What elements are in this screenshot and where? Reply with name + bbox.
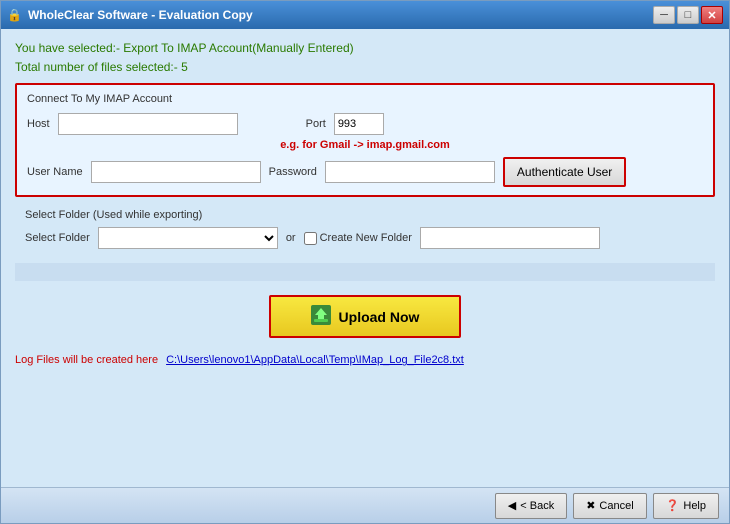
folder-section-title: Select Folder (Used while exporting) <box>25 209 705 221</box>
help-label: Help <box>683 500 706 512</box>
back-icon: ◀ <box>508 499 516 512</box>
password-input[interactable] <box>325 161 495 183</box>
host-port-row: Host Port <box>27 113 703 135</box>
log-area: Log Files will be created here C:\Users\… <box>15 350 715 370</box>
new-folder-input[interactable] <box>420 227 600 249</box>
bottom-nav-bar: ◀ < Back ✖ Cancel ❓ Help <box>1 487 729 523</box>
back-button[interactable]: ◀ < Back <box>495 493 567 519</box>
create-new-folder-checkbox[interactable] <box>304 232 317 245</box>
folder-section: Select Folder (Used while exporting) Sel… <box>15 203 715 255</box>
selection-line2: Total number of files selected:- 5 <box>15 58 715 77</box>
upload-svg-icon <box>311 305 331 325</box>
upload-now-button[interactable]: Upload Now <box>269 295 462 338</box>
host-input[interactable] <box>58 113 238 135</box>
cancel-label: Cancel <box>599 500 633 512</box>
upload-button-label: Upload Now <box>339 309 420 325</box>
title-bar-buttons: ─ □ ✕ <box>653 6 723 24</box>
content-area: You have selected:- Export To IMAP Accou… <box>1 29 729 487</box>
gmail-hint-row: e.g. for Gmail -> imap.gmail.com <box>27 139 703 151</box>
username-label: User Name <box>27 166 83 178</box>
port-label: Port <box>306 118 326 130</box>
authenticate-user-button[interactable]: Authenticate User <box>503 157 626 187</box>
selection-info: You have selected:- Export To IMAP Accou… <box>15 39 715 77</box>
imap-section-title: Connect To My IMAP Account <box>27 93 703 105</box>
title-bar: 🔒 WholeClear Software - Evaluation Copy … <box>1 1 729 29</box>
back-label: < Back <box>520 500 554 512</box>
credentials-row: User Name Password Authenticate User <box>27 157 703 187</box>
minimize-button[interactable]: ─ <box>653 6 675 24</box>
or-text: or <box>286 232 296 244</box>
password-label: Password <box>269 166 317 178</box>
imap-section: Connect To My IMAP Account Host Port e.g… <box>15 83 715 197</box>
spacer-bar <box>15 263 715 281</box>
port-input[interactable] <box>334 113 384 135</box>
cancel-button[interactable]: ✖ Cancel <box>573 493 646 519</box>
close-button[interactable]: ✕ <box>701 6 723 24</box>
title-icon: 🔒 <box>7 8 22 22</box>
selection-line1: You have selected:- Export To IMAP Accou… <box>15 39 715 58</box>
cancel-icon: ✖ <box>586 499 595 512</box>
log-label: Log Files will be created here <box>15 354 158 366</box>
upload-button-area: Upload Now <box>15 289 715 344</box>
main-window: 🔒 WholeClear Software - Evaluation Copy … <box>0 0 730 524</box>
upload-icon <box>311 305 331 328</box>
host-label: Host <box>27 118 50 130</box>
title-bar-left: 🔒 WholeClear Software - Evaluation Copy <box>7 8 253 22</box>
window-title: WholeClear Software - Evaluation Copy <box>28 8 253 22</box>
username-input[interactable] <box>91 161 261 183</box>
log-link[interactable]: C:\Users\lenovo1\AppData\Local\Temp\IMap… <box>166 354 464 366</box>
folder-select[interactable] <box>98 227 278 249</box>
maximize-button[interactable]: □ <box>677 6 699 24</box>
help-button[interactable]: ❓ Help <box>653 493 719 519</box>
gmail-hint: e.g. for Gmail -> imap.gmail.com <box>280 139 450 151</box>
folder-row: Select Folder or Create New Folder <box>25 227 705 249</box>
help-icon: ❓ <box>666 499 680 512</box>
select-folder-label: Select Folder <box>25 232 90 244</box>
create-new-folder-label: Create New Folder <box>304 232 412 245</box>
